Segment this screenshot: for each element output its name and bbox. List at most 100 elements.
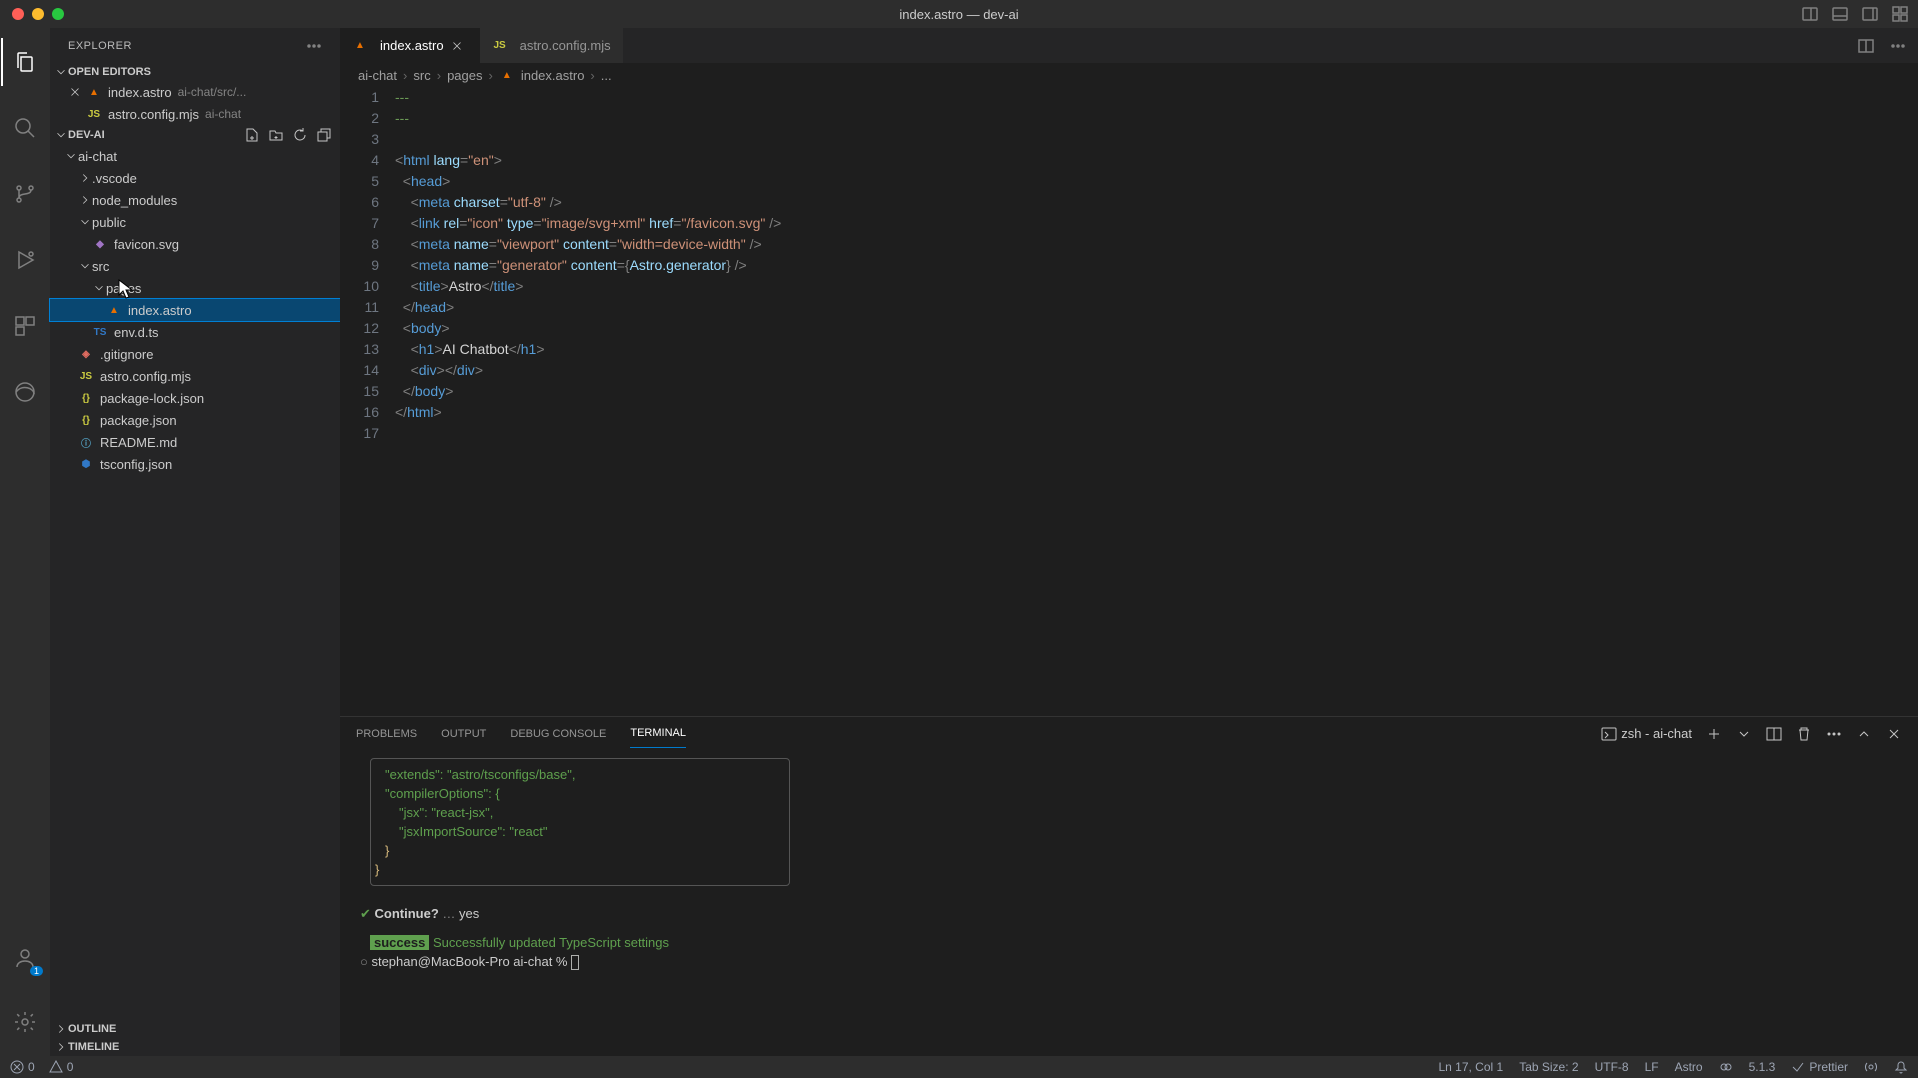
tree-file[interactable]: ◆ favicon.svg <box>50 233 340 255</box>
window-close-button[interactable] <box>12 8 24 20</box>
breadcrumb-item[interactable]: src <box>413 68 430 83</box>
status-tab-size[interactable]: Tab Size: 2 <box>1519 1060 1578 1074</box>
activity-source-control[interactable] <box>1 170 49 218</box>
status-prettier[interactable]: Prettier <box>1791 1060 1848 1074</box>
split-terminal-icon[interactable] <box>1766 726 1782 742</box>
terminal-json-box: "extends": "astro/tsconfigs/base", "comp… <box>370 758 790 886</box>
status-copilot[interactable] <box>1719 1060 1733 1074</box>
close-icon[interactable] <box>68 85 82 99</box>
status-language[interactable]: Astro <box>1675 1060 1703 1074</box>
status-version[interactable]: 5.1.3 <box>1749 1060 1776 1074</box>
tab-label: astro.config.mjs <box>520 38 611 53</box>
tree-file[interactable]: {} package.json <box>50 409 340 431</box>
explorer-sidebar: EXPLORER OPEN EDITORS ▲ index.astro ai-c… <box>50 28 340 1056</box>
window-minimize-button[interactable] <box>32 8 44 20</box>
copilot-icon <box>1719 1060 1733 1074</box>
terminal-content[interactable]: "extends": "astro/tsconfigs/base", "comp… <box>340 750 1918 1056</box>
trash-icon[interactable] <box>1796 726 1812 742</box>
explorer-title: EXPLORER <box>68 40 132 52</box>
more-icon[interactable] <box>1890 38 1906 54</box>
breadcrumb-item[interactable]: index.astro <box>521 68 585 83</box>
activity-run-debug[interactable] <box>1 236 49 284</box>
terminal-line: "jsxImportSource": "react" <box>399 824 548 839</box>
svg-file-icon: ◆ <box>92 236 108 252</box>
chevron-down-icon <box>54 65 68 79</box>
extensions-icon <box>13 314 37 338</box>
terminal-line: "compilerOptions": { <box>385 786 500 801</box>
collapse-all-icon[interactable] <box>316 127 332 143</box>
outline-section[interactable]: OUTLINE <box>50 1020 340 1038</box>
breadcrumb-item[interactable]: ... <box>601 68 612 83</box>
status-encoding[interactable]: UTF-8 <box>1595 1060 1629 1074</box>
chevron-up-icon[interactable] <box>1856 726 1872 742</box>
split-editor-icon[interactable] <box>1858 38 1874 54</box>
panel-tab-output[interactable]: OUTPUT <box>441 720 486 748</box>
window-maximize-button[interactable] <box>52 8 64 20</box>
refresh-icon[interactable] <box>292 127 308 143</box>
tsconfig-file-icon: ⬢ <box>78 456 94 472</box>
tree-file[interactable]: ◈ .gitignore <box>50 343 340 365</box>
debug-icon <box>13 248 37 272</box>
chevron-down-icon[interactable] <box>1736 726 1752 742</box>
terminal-prompt: stephan@MacBook-Pro ai-chat % <box>371 954 571 969</box>
status-eol[interactable]: LF <box>1645 1060 1659 1074</box>
status-warnings[interactable]: 0 <box>49 1060 74 1074</box>
tree-folder[interactable]: src <box>50 255 340 277</box>
workspace-section[interactable]: DEV-AI <box>50 125 340 145</box>
tree-folder[interactable]: node_modules <box>50 189 340 211</box>
open-editors-section[interactable]: OPEN EDITORS <box>50 63 340 81</box>
status-cursor-position[interactable]: Ln 17, Col 1 <box>1438 1060 1503 1074</box>
breadcrumb-item[interactable]: ai-chat <box>358 68 397 83</box>
tree-folder[interactable]: pages <box>50 277 340 299</box>
info-file-icon: ⓘ <box>78 434 94 450</box>
tab-index-astro[interactable]: ▲ index.astro <box>340 28 480 63</box>
layout-customize-icon[interactable] <box>1892 6 1908 22</box>
status-notifications[interactable] <box>1894 1060 1908 1074</box>
tree-file[interactable]: TS env.d.ts <box>50 321 340 343</box>
activity-explorer[interactable] <box>1 38 49 86</box>
new-folder-icon[interactable] <box>268 127 284 143</box>
layout-panel-icon[interactable] <box>1802 6 1818 22</box>
tab-astro-config[interactable]: JS astro.config.mjs <box>480 28 623 63</box>
panel-tab-terminal[interactable]: TERMINAL <box>630 719 686 748</box>
activity-edge[interactable] <box>1 368 49 416</box>
tree-file-selected[interactable]: ▲ index.astro <box>50 299 340 321</box>
panel-tab-problems[interactable]: PROBLEMS <box>356 720 417 748</box>
new-file-icon[interactable] <box>244 127 260 143</box>
tree-label: package.json <box>100 413 177 428</box>
tree-file[interactable]: ⬢ tsconfig.json <box>50 453 340 475</box>
tree-folder[interactable]: public <box>50 211 340 233</box>
tree-folder[interactable]: ai-chat <box>50 145 340 167</box>
tree-file[interactable]: ⓘ README.md <box>50 431 340 453</box>
activity-settings[interactable] <box>1 998 49 1046</box>
titlebar: index.astro — dev-ai <box>0 0 1918 28</box>
layout-bottom-icon[interactable] <box>1832 6 1848 22</box>
tree-label: package-lock.json <box>100 391 204 406</box>
continue-answer: yes <box>459 906 479 921</box>
open-editor-item[interactable]: ▲ index.astro ai-chat/src/... <box>50 81 340 103</box>
close-icon[interactable] <box>1886 726 1902 742</box>
tree-file[interactable]: JS astro.config.mjs <box>50 365 340 387</box>
code-editor[interactable]: 1234567891011121314151617 ------ <html l… <box>340 87 1918 716</box>
panel-tab-debug-console[interactable]: DEBUG CONSOLE <box>510 720 606 748</box>
status-errors[interactable]: 0 <box>10 1060 35 1074</box>
activity-extensions[interactable] <box>1 302 49 350</box>
plus-icon[interactable] <box>1706 726 1722 742</box>
status-feedback[interactable] <box>1864 1060 1878 1074</box>
timeline-section[interactable]: TIMELINE <box>50 1038 340 1056</box>
activity-search[interactable] <box>1 104 49 152</box>
open-editor-item[interactable]: JS astro.config.mjs ai-chat <box>50 103 340 125</box>
warning-icon <box>49 1060 63 1074</box>
more-icon[interactable] <box>1826 726 1842 742</box>
terminal-selector[interactable]: zsh - ai-chat <box>1601 726 1692 742</box>
chevron-right-icon <box>54 1022 68 1036</box>
tree-folder[interactable]: .vscode <box>50 167 340 189</box>
code-content[interactable]: ------ <html lang="en"> <head> <meta cha… <box>395 87 1918 716</box>
breadcrumbs[interactable]: ai-chat › src › pages › ▲ index.astro › … <box>340 63 1918 87</box>
more-icon[interactable] <box>306 38 322 54</box>
breadcrumb-item[interactable]: pages <box>447 68 482 83</box>
close-icon[interactable] <box>450 39 464 53</box>
layout-right-icon[interactable] <box>1862 6 1878 22</box>
tree-file[interactable]: {} package-lock.json <box>50 387 340 409</box>
activity-accounts[interactable]: 1 <box>1 934 49 982</box>
